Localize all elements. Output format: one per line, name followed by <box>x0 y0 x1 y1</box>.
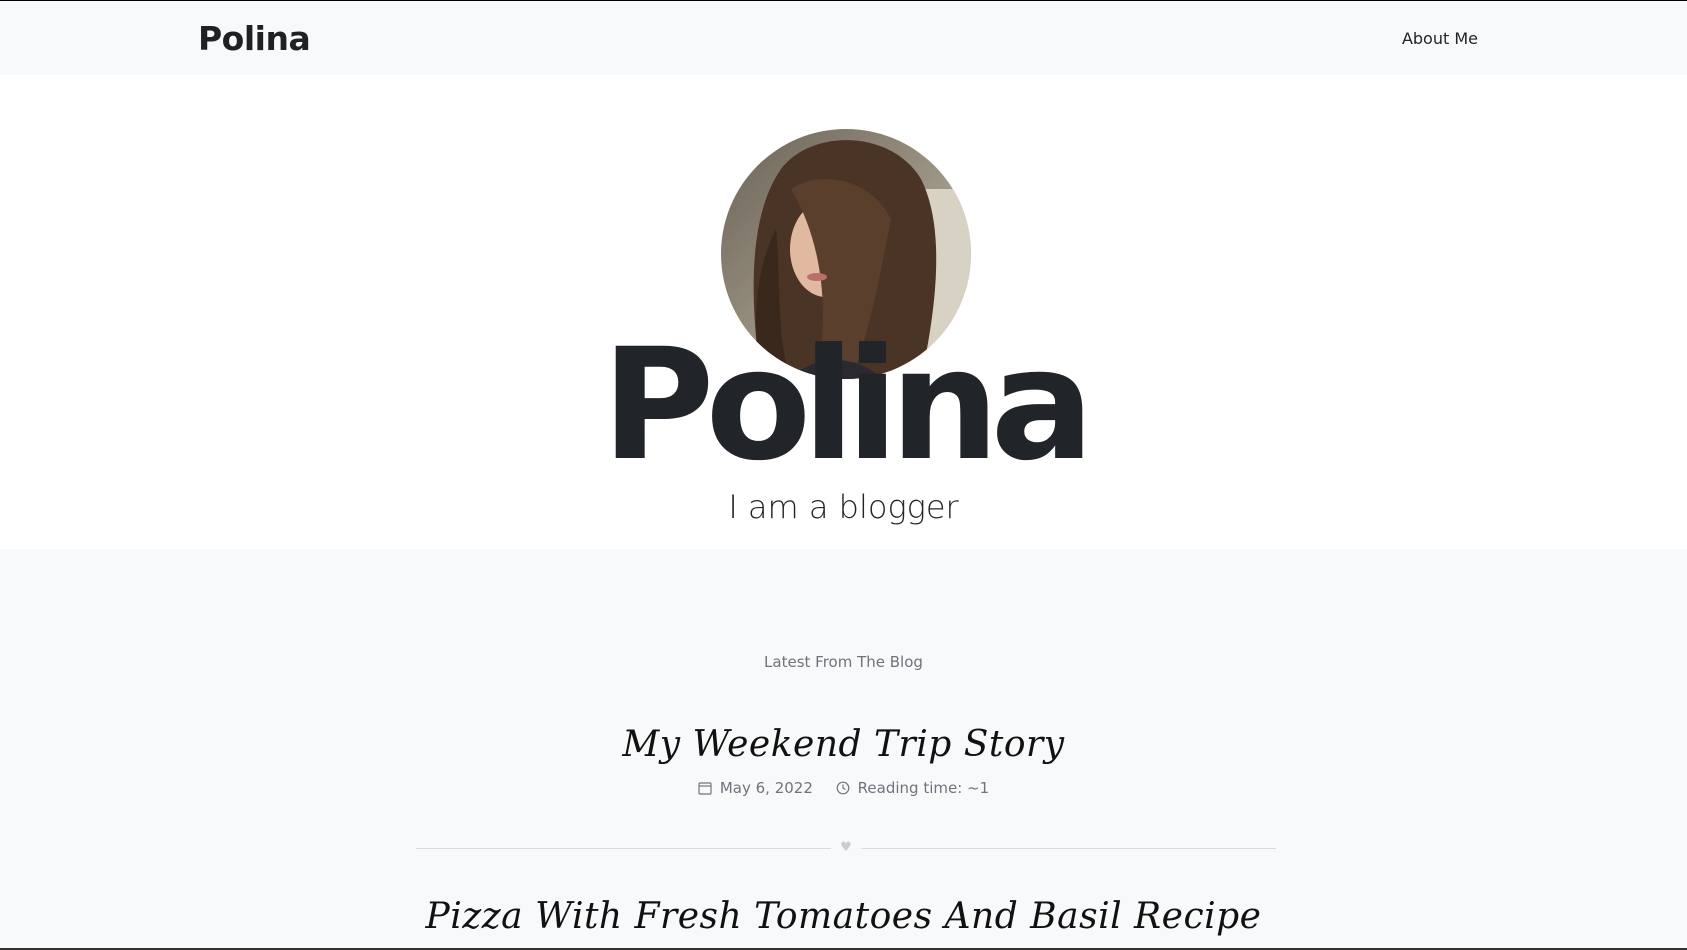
post-reading-time-text: Reading time: ~1 <box>857 779 990 797</box>
hero-name: Polina <box>601 316 1095 495</box>
heart-icon: ♥ <box>831 836 861 860</box>
calendar-icon <box>698 782 712 795</box>
post-title[interactable]: My Weekend Trip Story <box>0 724 1687 765</box>
post-reading-time: Reading time: ~1 <box>836 779 989 797</box>
hero-tagline: I am a blogger <box>728 488 959 526</box>
post-title[interactable]: Pizza With Fresh Tomatoes And Basil Reci… <box>0 896 1687 937</box>
post-date-text: May 6, 2022 <box>719 779 813 797</box>
clock-icon <box>836 781 850 795</box>
post-meta: May 6, 2022 Reading time: ~1 <box>0 779 1687 799</box>
nav-link-about-me[interactable]: About Me <box>1402 29 1478 48</box>
hero-section: Polina I am a blogger <box>0 75 1687 549</box>
navbar: Polina About Me <box>0 0 1687 75</box>
brand-logo[interactable]: Polina <box>198 19 311 58</box>
section-label: Latest From The Blog <box>764 653 923 671</box>
post-date: May 6, 2022 <box>698 779 813 797</box>
blog-section: Latest From The Blog My Weekend Trip Sto… <box>0 549 1687 950</box>
